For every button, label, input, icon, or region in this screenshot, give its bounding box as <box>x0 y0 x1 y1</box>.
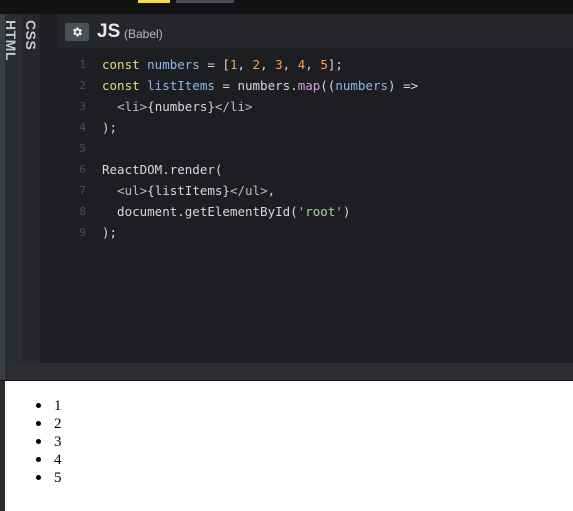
code-token: = numbers. <box>214 78 298 93</box>
editor-title: JS <box>97 21 121 42</box>
code-token: numbers <box>147 57 200 72</box>
list-item: 1 <box>36 397 62 415</box>
code-token: ); <box>102 225 118 240</box>
code-token: ) => <box>388 78 419 93</box>
list-item: 2 <box>36 415 62 433</box>
code-token: , <box>267 183 276 198</box>
list-item: 3 <box>36 433 62 451</box>
code-line[interactable]: 3 <li>{numbers}</li> <box>58 96 573 117</box>
line-number: 6 <box>79 163 86 176</box>
html-panel-label: HTML <box>3 20 19 61</box>
gear-icon <box>73 27 82 37</box>
html-panel-collapsed[interactable]: HTML <box>0 14 23 363</box>
code-token: {listItems} <box>147 183 230 198</box>
panel-edge <box>0 14 5 363</box>
code-token: (( <box>320 78 336 93</box>
panel-edge <box>0 363 5 380</box>
code-token: <ul> <box>117 183 148 198</box>
code-token: {numbers} <box>147 99 215 114</box>
code-token: ) <box>342 204 351 219</box>
code-token: const <box>102 78 148 93</box>
code-token: = [ <box>199 57 230 72</box>
code-text: document.getElementById('root') <box>102 201 350 222</box>
tab-indicator[interactable] <box>176 0 234 3</box>
list-item: 5 <box>36 469 62 487</box>
line-number: 9 <box>79 226 86 239</box>
code-token: 5 <box>320 57 328 72</box>
css-panel-label: CSS <box>23 20 39 51</box>
code-token: </li> <box>214 99 253 114</box>
panel-gutter <box>40 14 58 363</box>
css-panel-collapsed[interactable]: CSS <box>22 14 41 363</box>
editor-preprocessor-label: (Babel) <box>124 27 163 41</box>
code-token: const <box>102 57 148 72</box>
code-token: ); <box>102 120 118 135</box>
code-text: <ul>{listItems}</ul>, <box>102 180 275 201</box>
code-line[interactable]: 8 document.getElementById('root') <box>58 201 573 222</box>
top-bar <box>0 0 573 15</box>
code-token: listItems <box>147 78 215 93</box>
code-text: ReactDOM.render( <box>102 159 222 180</box>
code-area[interactable]: 1 const numbers = [1, 2, 3, 4, 5]; 2 const … <box>58 54 573 243</box>
line-number: 3 <box>79 100 86 113</box>
code-line[interactable]: 6 ReactDOM.render( <box>58 159 573 180</box>
code-text: const listItems = numbers.map((numbers) … <box>102 75 418 96</box>
preview-list: 12345 <box>36 397 62 487</box>
code-line[interactable]: 7 <ul>{listItems}</ul>, <box>58 180 573 201</box>
panel-edge <box>0 381 5 511</box>
code-text: const numbers = [1, 2, 3, 4, 5]; <box>102 54 343 75</box>
line-number: 2 <box>79 79 86 92</box>
code-line[interactable]: 2 const listItems = numbers.map((numbers)… <box>58 75 573 96</box>
line-number: 4 <box>79 121 86 134</box>
code-token: , <box>282 57 298 72</box>
code-token: ]; <box>327 57 343 72</box>
code-token: , <box>305 57 321 72</box>
code-token: <li> <box>117 99 148 114</box>
code-token: 3 <box>275 57 283 72</box>
js-editor-panel: JS (Babel) 1 const numbers = [1, 2, 3, 4,… <box>58 14 573 363</box>
code-text: <li>{numbers}</li> <box>102 96 253 117</box>
code-line[interactable]: 5 <box>58 138 573 159</box>
code-line[interactable]: 1 const numbers = [1, 2, 3, 4, 5]; <box>58 54 573 75</box>
result-preview: 12345 <box>0 381 573 511</box>
preview-resize-bar[interactable] <box>0 363 573 381</box>
code-token: 2 <box>252 57 261 72</box>
code-text: ); <box>102 222 117 243</box>
code-line[interactable]: 9); <box>58 222 573 243</box>
code-token: </ul> <box>229 183 268 198</box>
settings-button[interactable] <box>65 23 89 41</box>
code-token: document.getElementById( <box>102 204 298 219</box>
code-token: map <box>297 78 321 93</box>
code-token: numbers <box>335 78 389 93</box>
line-number: 1 <box>79 58 86 71</box>
active-tab-indicator[interactable] <box>138 0 170 3</box>
line-number: 5 <box>79 142 86 155</box>
line-number: 8 <box>79 205 86 218</box>
js-editor-header: JS (Babel) <box>58 14 573 48</box>
code-line[interactable]: 4); <box>58 117 573 138</box>
code-token: , <box>237 57 253 72</box>
list-item: 4 <box>36 451 62 469</box>
code-text: ); <box>102 117 117 138</box>
code-token: 'root' <box>297 204 343 219</box>
code-token: , <box>260 57 276 72</box>
line-number: 7 <box>79 184 86 197</box>
code-token: ReactDOM.render( <box>102 162 223 177</box>
